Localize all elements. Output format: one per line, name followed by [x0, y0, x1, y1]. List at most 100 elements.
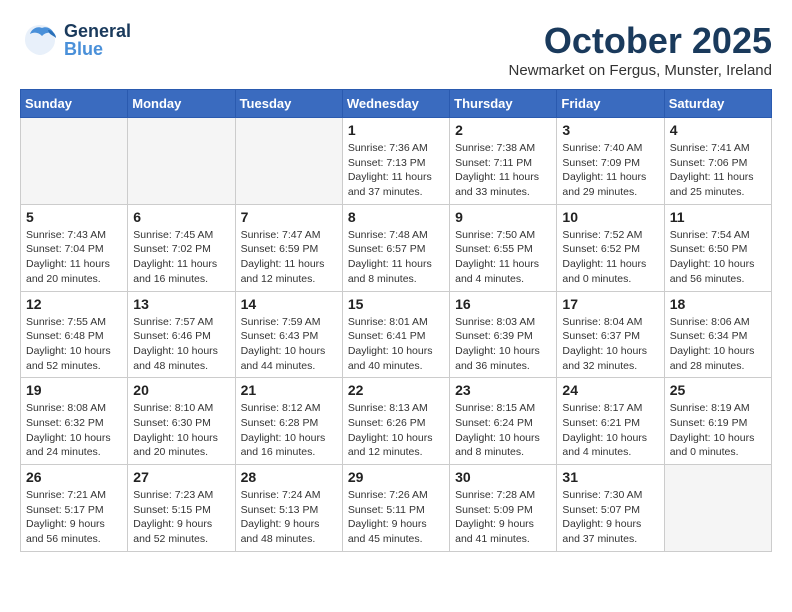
- calendar-cell: 2 Sunrise: 7:38 AM Sunset: 7:11 PM Daylig…: [450, 118, 557, 205]
- day-number: 14: [241, 296, 337, 312]
- logo-text: General Blue: [64, 22, 131, 58]
- day-number: 29: [348, 469, 444, 485]
- day-info: Sunrise: 7:21 AM Sunset: 5:17 PM Dayligh…: [26, 488, 122, 547]
- calendar-cell: 31 Sunrise: 7:30 AM Sunset: 5:07 PM Dayli…: [557, 465, 664, 552]
- day-info: Sunrise: 7:40 AM Sunset: 7:09 PM Dayligh…: [562, 141, 658, 200]
- month-title: October 2025: [509, 20, 772, 62]
- calendar-cell: 7 Sunrise: 7:47 AM Sunset: 6:59 PM Daylig…: [235, 204, 342, 291]
- day-number: 10: [562, 209, 658, 225]
- calendar-cell: 1 Sunrise: 7:36 AM Sunset: 7:13 PM Daylig…: [342, 118, 449, 205]
- calendar-week-row: 5 Sunrise: 7:43 AM Sunset: 7:04 PM Daylig…: [21, 204, 772, 291]
- day-info: Sunrise: 8:06 AM Sunset: 6:34 PM Dayligh…: [670, 315, 766, 374]
- calendar-cell: [128, 118, 235, 205]
- day-number: 31: [562, 469, 658, 485]
- logo-blue: Blue: [64, 40, 131, 58]
- day-number: 22: [348, 382, 444, 398]
- calendar-cell: 25 Sunrise: 8:19 AM Sunset: 6:19 PM Dayli…: [664, 378, 771, 465]
- day-info: Sunrise: 7:45 AM Sunset: 7:02 PM Dayligh…: [133, 228, 229, 287]
- day-number: 27: [133, 469, 229, 485]
- calendar-cell: 26 Sunrise: 7:21 AM Sunset: 5:17 PM Dayli…: [21, 465, 128, 552]
- day-info: Sunrise: 7:24 AM Sunset: 5:13 PM Dayligh…: [241, 488, 337, 547]
- page-header: General Blue October 2025 Newmarket on F…: [20, 20, 772, 79]
- day-info: Sunrise: 7:47 AM Sunset: 6:59 PM Dayligh…: [241, 228, 337, 287]
- calendar-cell: 10 Sunrise: 7:52 AM Sunset: 6:52 PM Dayli…: [557, 204, 664, 291]
- calendar-cell: 28Sunrise: 7:24 AM Sunset: 5:13 PM Dayli…: [235, 465, 342, 552]
- day-number: 25: [670, 382, 766, 398]
- logo: General Blue: [20, 20, 131, 60]
- calendar-cell: 6Sunrise: 7:45 AM Sunset: 7:02 PM Daylig…: [128, 204, 235, 291]
- day-info: Sunrise: 8:17 AM Sunset: 6:21 PM Dayligh…: [562, 401, 658, 460]
- day-info: Sunrise: 7:52 AM Sunset: 6:52 PM Dayligh…: [562, 228, 658, 287]
- location: Newmarket on Fergus, Munster, Ireland: [509, 62, 772, 79]
- day-info: Sunrise: 8:04 AM Sunset: 6:37 PM Dayligh…: [562, 315, 658, 374]
- calendar-week-row: 12Sunrise: 7:55 AM Sunset: 6:48 PM Dayli…: [21, 291, 772, 378]
- calendar-cell: 23Sunrise: 8:15 AM Sunset: 6:24 PM Dayli…: [450, 378, 557, 465]
- calendar-cell: 9Sunrise: 7:50 AM Sunset: 6:55 PM Daylig…: [450, 204, 557, 291]
- weekday-header: Monday: [128, 90, 235, 118]
- day-info: Sunrise: 8:13 AM Sunset: 6:26 PM Dayligh…: [348, 401, 444, 460]
- weekday-header: Saturday: [664, 90, 771, 118]
- day-number: 7: [241, 209, 337, 225]
- calendar-cell: 13Sunrise: 7:57 AM Sunset: 6:46 PM Dayli…: [128, 291, 235, 378]
- day-number: 2: [455, 122, 551, 138]
- calendar-cell: 21Sunrise: 8:12 AM Sunset: 6:28 PM Dayli…: [235, 378, 342, 465]
- calendar-cell: 17 Sunrise: 8:04 AM Sunset: 6:37 PM Dayli…: [557, 291, 664, 378]
- day-number: 26: [26, 469, 122, 485]
- day-number: 5: [26, 209, 122, 225]
- calendar-cell: 12Sunrise: 7:55 AM Sunset: 6:48 PM Dayli…: [21, 291, 128, 378]
- day-info: Sunrise: 7:50 AM Sunset: 6:55 PM Dayligh…: [455, 228, 551, 287]
- day-info: Sunrise: 8:03 AM Sunset: 6:39 PM Dayligh…: [455, 315, 551, 374]
- day-info: Sunrise: 8:12 AM Sunset: 6:28 PM Dayligh…: [241, 401, 337, 460]
- day-info: Sunrise: 7:28 AM Sunset: 5:09 PM Dayligh…: [455, 488, 551, 547]
- day-number: 17: [562, 296, 658, 312]
- day-info: Sunrise: 8:01 AM Sunset: 6:41 PM Dayligh…: [348, 315, 444, 374]
- calendar-cell: 16Sunrise: 8:03 AM Sunset: 6:39 PM Dayli…: [450, 291, 557, 378]
- calendar-cell: 27 Sunrise: 7:23 AM Sunset: 5:15 PM Dayli…: [128, 465, 235, 552]
- calendar-cell: 15 Sunrise: 8:01 AM Sunset: 6:41 PM Dayli…: [342, 291, 449, 378]
- calendar-cell: 5 Sunrise: 7:43 AM Sunset: 7:04 PM Daylig…: [21, 204, 128, 291]
- day-info: Sunrise: 7:30 AM Sunset: 5:07 PM Dayligh…: [562, 488, 658, 547]
- day-info: Sunrise: 7:38 AM Sunset: 7:11 PM Dayligh…: [455, 141, 551, 200]
- day-info: Sunrise: 7:48 AM Sunset: 6:57 PM Dayligh…: [348, 228, 444, 287]
- calendar-cell: 22 Sunrise: 8:13 AM Sunset: 6:26 PM Dayli…: [342, 378, 449, 465]
- calendar-header-row: SundayMondayTuesdayWednesdayThursdayFrid…: [21, 90, 772, 118]
- day-number: 3: [562, 122, 658, 138]
- day-info: Sunrise: 7:23 AM Sunset: 5:15 PM Dayligh…: [133, 488, 229, 547]
- day-info: Sunrise: 8:19 AM Sunset: 6:19 PM Dayligh…: [670, 401, 766, 460]
- day-number: 18: [670, 296, 766, 312]
- weekday-header: Tuesday: [235, 90, 342, 118]
- day-number: 30: [455, 469, 551, 485]
- day-number: 1: [348, 122, 444, 138]
- calendar-cell: 14 Sunrise: 7:59 AM Sunset: 6:43 PM Dayli…: [235, 291, 342, 378]
- day-info: Sunrise: 8:15 AM Sunset: 6:24 PM Dayligh…: [455, 401, 551, 460]
- calendar-week-row: 1 Sunrise: 7:36 AM Sunset: 7:13 PM Daylig…: [21, 118, 772, 205]
- logo-general: General: [64, 22, 131, 40]
- day-number: 19: [26, 382, 122, 398]
- day-number: 11: [670, 209, 766, 225]
- calendar-cell: 3 Sunrise: 7:40 AM Sunset: 7:09 PM Daylig…: [557, 118, 664, 205]
- day-info: Sunrise: 7:36 AM Sunset: 7:13 PM Dayligh…: [348, 141, 444, 200]
- day-number: 8: [348, 209, 444, 225]
- calendar-week-row: 19 Sunrise: 8:08 AM Sunset: 6:32 PM Dayli…: [21, 378, 772, 465]
- calendar-cell: 20Sunrise: 8:10 AM Sunset: 6:30 PM Dayli…: [128, 378, 235, 465]
- day-number: 20: [133, 382, 229, 398]
- logo-icon: [20, 20, 60, 60]
- calendar-cell: 18 Sunrise: 8:06 AM Sunset: 6:34 PM Dayli…: [664, 291, 771, 378]
- day-number: 24: [562, 382, 658, 398]
- day-info: Sunrise: 7:54 AM Sunset: 6:50 PM Dayligh…: [670, 228, 766, 287]
- day-info: Sunrise: 8:08 AM Sunset: 6:32 PM Dayligh…: [26, 401, 122, 460]
- calendar-cell: [235, 118, 342, 205]
- calendar-cell: 8 Sunrise: 7:48 AM Sunset: 6:57 PM Daylig…: [342, 204, 449, 291]
- calendar-cell: [21, 118, 128, 205]
- calendar-table: SundayMondayTuesdayWednesdayThursdayFrid…: [20, 89, 772, 552]
- day-number: 4: [670, 122, 766, 138]
- day-number: 15: [348, 296, 444, 312]
- day-number: 12: [26, 296, 122, 312]
- calendar-cell: 24 Sunrise: 8:17 AM Sunset: 6:21 PM Dayli…: [557, 378, 664, 465]
- calendar-week-row: 26 Sunrise: 7:21 AM Sunset: 5:17 PM Dayli…: [21, 465, 772, 552]
- day-info: Sunrise: 7:59 AM Sunset: 6:43 PM Dayligh…: [241, 315, 337, 374]
- day-info: Sunrise: 7:26 AM Sunset: 5:11 PM Dayligh…: [348, 488, 444, 547]
- day-number: 13: [133, 296, 229, 312]
- weekday-header: Thursday: [450, 90, 557, 118]
- day-info: Sunrise: 7:43 AM Sunset: 7:04 PM Dayligh…: [26, 228, 122, 287]
